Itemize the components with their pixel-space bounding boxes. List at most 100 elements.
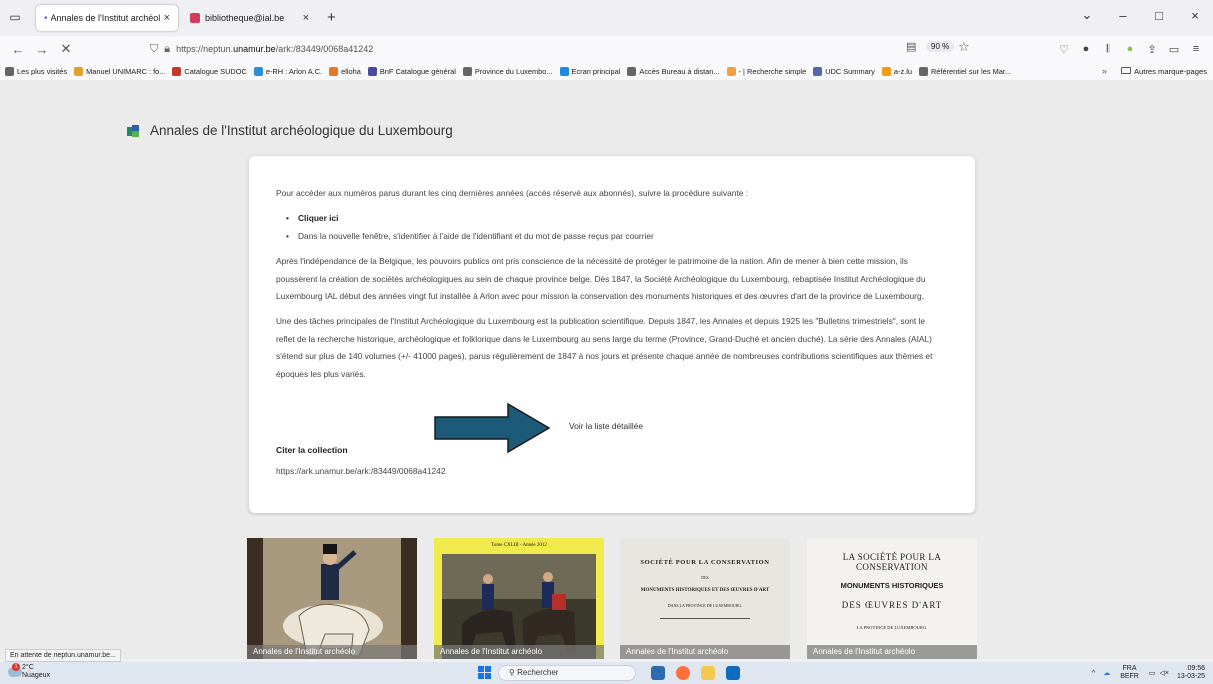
bookmark-item[interactable]: BnF Catalogue général xyxy=(367,66,456,76)
tab-bibliotheque[interactable]: bibliotheque@ial.be × xyxy=(182,5,317,31)
windows-start-icon[interactable] xyxy=(478,666,492,680)
history-paragraph: Après l'indépendance de la Belgique, les… xyxy=(276,256,926,302)
calendar-app-icon[interactable] xyxy=(651,666,665,680)
toolbar-extensions: ♡ ● 𝄃 ● ⇪ ▭ ≡ xyxy=(1053,38,1207,60)
other-bookmarks-label: Autres marque-pages xyxy=(1133,66,1207,76)
bookmark-favicon-icon xyxy=(881,66,891,76)
thumbnail-caption: Annales de l'Institut archéolo xyxy=(434,645,604,659)
outlook-app-icon[interactable] xyxy=(726,666,740,680)
bookmark-item[interactable]: - | Recherche simple xyxy=(726,66,807,76)
cover-line: LA PROVINCE DE LUXEMBOURG. xyxy=(856,625,928,630)
bookmark-favicon-icon xyxy=(726,66,736,76)
bookmark-star-icon[interactable]: ☆ xyxy=(958,39,970,55)
bookmark-item[interactable]: Province du Luxembo... xyxy=(462,66,553,76)
tab-title: bibliotheque@ial.be xyxy=(205,13,285,23)
bookmark-favicon-icon xyxy=(813,66,823,76)
thumbnail-caption: Annales de l'Institut archéolo xyxy=(807,645,977,659)
clock-time: 09:56 xyxy=(1187,665,1205,672)
zoom-level-badge[interactable]: 90 % xyxy=(926,41,955,52)
clock-date: 13-03-25 xyxy=(1176,673,1205,680)
bookmark-item[interactable]: UDC Summary xyxy=(813,66,875,76)
weather-temperature: 2°C xyxy=(22,664,34,671)
onedrive-cloud-icon[interactable]: ☁ xyxy=(1103,669,1110,677)
bookmark-label: Accès Bureau à distan... xyxy=(639,66,720,76)
sidebar-icon[interactable]: ▭ xyxy=(1163,43,1185,56)
bookmark-label: Manuel UNIMARC : fo... xyxy=(86,66,166,76)
page-title: Annales de l'Institut archéologique du L… xyxy=(150,123,453,138)
access-intro: Pour accéder aux numéros parus durant le… xyxy=(276,188,749,198)
bookmark-item[interactable]: e-RH : Arlon A.C. xyxy=(253,66,323,76)
language-indicator[interactable]: FRA BEFR xyxy=(1120,665,1139,681)
new-tab-button[interactable]: + xyxy=(327,9,336,26)
other-bookmarks-folder[interactable]: Autres marque-pages xyxy=(1120,66,1207,76)
page-content: Annales de l'Institut archéologique du L… xyxy=(0,80,1213,659)
bookmark-label: Les plus visités xyxy=(17,66,68,76)
tab-close-icon[interactable]: × xyxy=(303,12,309,24)
bookmark-favicon-icon xyxy=(918,66,928,76)
volume-thumbnail[interactable]: Annales de l'Institut archéolo xyxy=(247,538,417,659)
stop-button[interactable]: ✕ xyxy=(54,41,78,57)
volume-thumbnail[interactable]: Tome CXLIII - Année 2012 Annales de l'In… xyxy=(434,538,604,659)
share-icon[interactable]: ⇪ xyxy=(1141,43,1163,56)
bookmarks-overflow-icon[interactable]: » xyxy=(1102,66,1107,76)
url-path: /ark:/83449/0068a41242 xyxy=(275,44,374,54)
bookmark-label: a-z.lu xyxy=(893,66,912,76)
bookmark-favicon-icon xyxy=(329,66,339,76)
cover-line: DANS LA PROVINCE DE LUXEMBOURG. xyxy=(667,603,743,608)
bookmark-item[interactable]: elloha xyxy=(329,66,361,76)
tray-chevron-icon[interactable]: ^ xyxy=(1092,670,1095,677)
library-icon[interactable]: 𝄃 xyxy=(1097,43,1119,56)
reader-view-icon[interactable]: ▤ xyxy=(906,40,916,53)
address-bar[interactable]: ⛉ 🔒︎ https://neptun. unamur.be/ark:/83449… xyxy=(150,38,970,60)
tab-list-icon[interactable]: ▭ xyxy=(4,6,26,28)
tab-close-icon[interactable]: × xyxy=(164,12,170,24)
shield-icon[interactable]: ⛉ xyxy=(150,43,158,56)
bookmark-label: - | Recherche simple xyxy=(738,66,807,76)
extension-green-icon[interactable]: ● xyxy=(1119,43,1141,55)
login-step: Dans la nouvelle fenêtre, s'identifier à… xyxy=(286,228,941,246)
bookmark-item[interactable]: Accès Bureau à distan... xyxy=(627,66,720,76)
annotation-arrow xyxy=(434,403,551,453)
bookmark-label: e-RH : Arlon A.C. xyxy=(265,66,323,76)
lock-icon[interactable]: 🔒︎ xyxy=(164,43,170,56)
bookmark-item[interactable]: Les plus visités xyxy=(5,66,68,76)
pocket-icon[interactable]: ♡ xyxy=(1053,43,1075,56)
bookmark-item[interactable]: Ecran principal xyxy=(559,66,620,76)
bookmark-label: Catalogue SUDOC xyxy=(184,66,247,76)
bookmark-item[interactable]: a-z.lu xyxy=(881,66,912,76)
access-steps: Cliquer ici Dans la nouvelle fenêtre, s'… xyxy=(286,210,941,245)
maximize-button[interactable]: □ xyxy=(1141,8,1177,23)
menu-icon[interactable]: ≡ xyxy=(1185,43,1207,55)
bookmark-item[interactable]: Manuel UNIMARC : fo... xyxy=(74,66,166,76)
weather-widget[interactable]: 2°C Nuageux xyxy=(22,664,50,680)
tab-bar: ▭ • Annales de l'Institut archéologi × b… xyxy=(0,0,1213,34)
file-explorer-icon[interactable] xyxy=(701,666,715,680)
extension-icon[interactable]: ● xyxy=(1075,43,1097,55)
bookmark-favicon-icon xyxy=(627,66,637,76)
bookmark-favicon-icon xyxy=(367,66,377,76)
cover-line: SOCIÉTÉ POUR LA CONSERVATION xyxy=(640,559,770,566)
taskbar-search-input[interactable]: ⚲ Rechercher xyxy=(498,665,636,681)
back-button[interactable]: ← xyxy=(6,42,30,57)
list-all-tabs-icon[interactable]: ⌄ xyxy=(1069,7,1105,23)
click-here-link[interactable]: Cliquer ici xyxy=(286,210,941,228)
bookmark-item[interactable]: Catalogue SUDOC xyxy=(172,66,247,76)
thumbnail-caption: Annales de l'Institut archéolo xyxy=(620,645,790,659)
minimize-button[interactable]: – xyxy=(1105,8,1141,23)
bookmark-item[interactable]: Référentiel sur les Mar... xyxy=(918,66,1011,76)
detailed-list-link[interactable]: Voir la liste détaillée xyxy=(569,421,643,431)
close-window-button[interactable]: × xyxy=(1177,8,1213,23)
network-icon[interactable]: ▭ xyxy=(1149,669,1156,677)
volume-muted-icon[interactable]: ◁× xyxy=(1159,669,1168,677)
volume-thumbnail[interactable]: LA SOCIÉTÉ POUR LA CONSERVATION MONUMENT… xyxy=(807,538,977,659)
firefox-app-icon[interactable] xyxy=(676,666,690,680)
window-controls: ⌄ – □ × xyxy=(1069,0,1213,30)
volume-thumbnail[interactable]: SOCIÉTÉ POUR LA CONSERVATION DES MONUMEN… xyxy=(620,538,790,659)
volume-label: Tome CXLIII - Année 2012 xyxy=(491,543,547,548)
tab-annales[interactable]: • Annales de l'Institut archéologi × xyxy=(36,5,178,31)
forward-button[interactable]: → xyxy=(30,42,54,57)
clock[interactable]: 09:56 13-03-25 xyxy=(1177,665,1205,681)
status-message: En attente de neptun.unamur.be... xyxy=(5,649,121,662)
url-host: unamur.be xyxy=(233,44,276,54)
language-code: FRA xyxy=(1122,665,1137,672)
